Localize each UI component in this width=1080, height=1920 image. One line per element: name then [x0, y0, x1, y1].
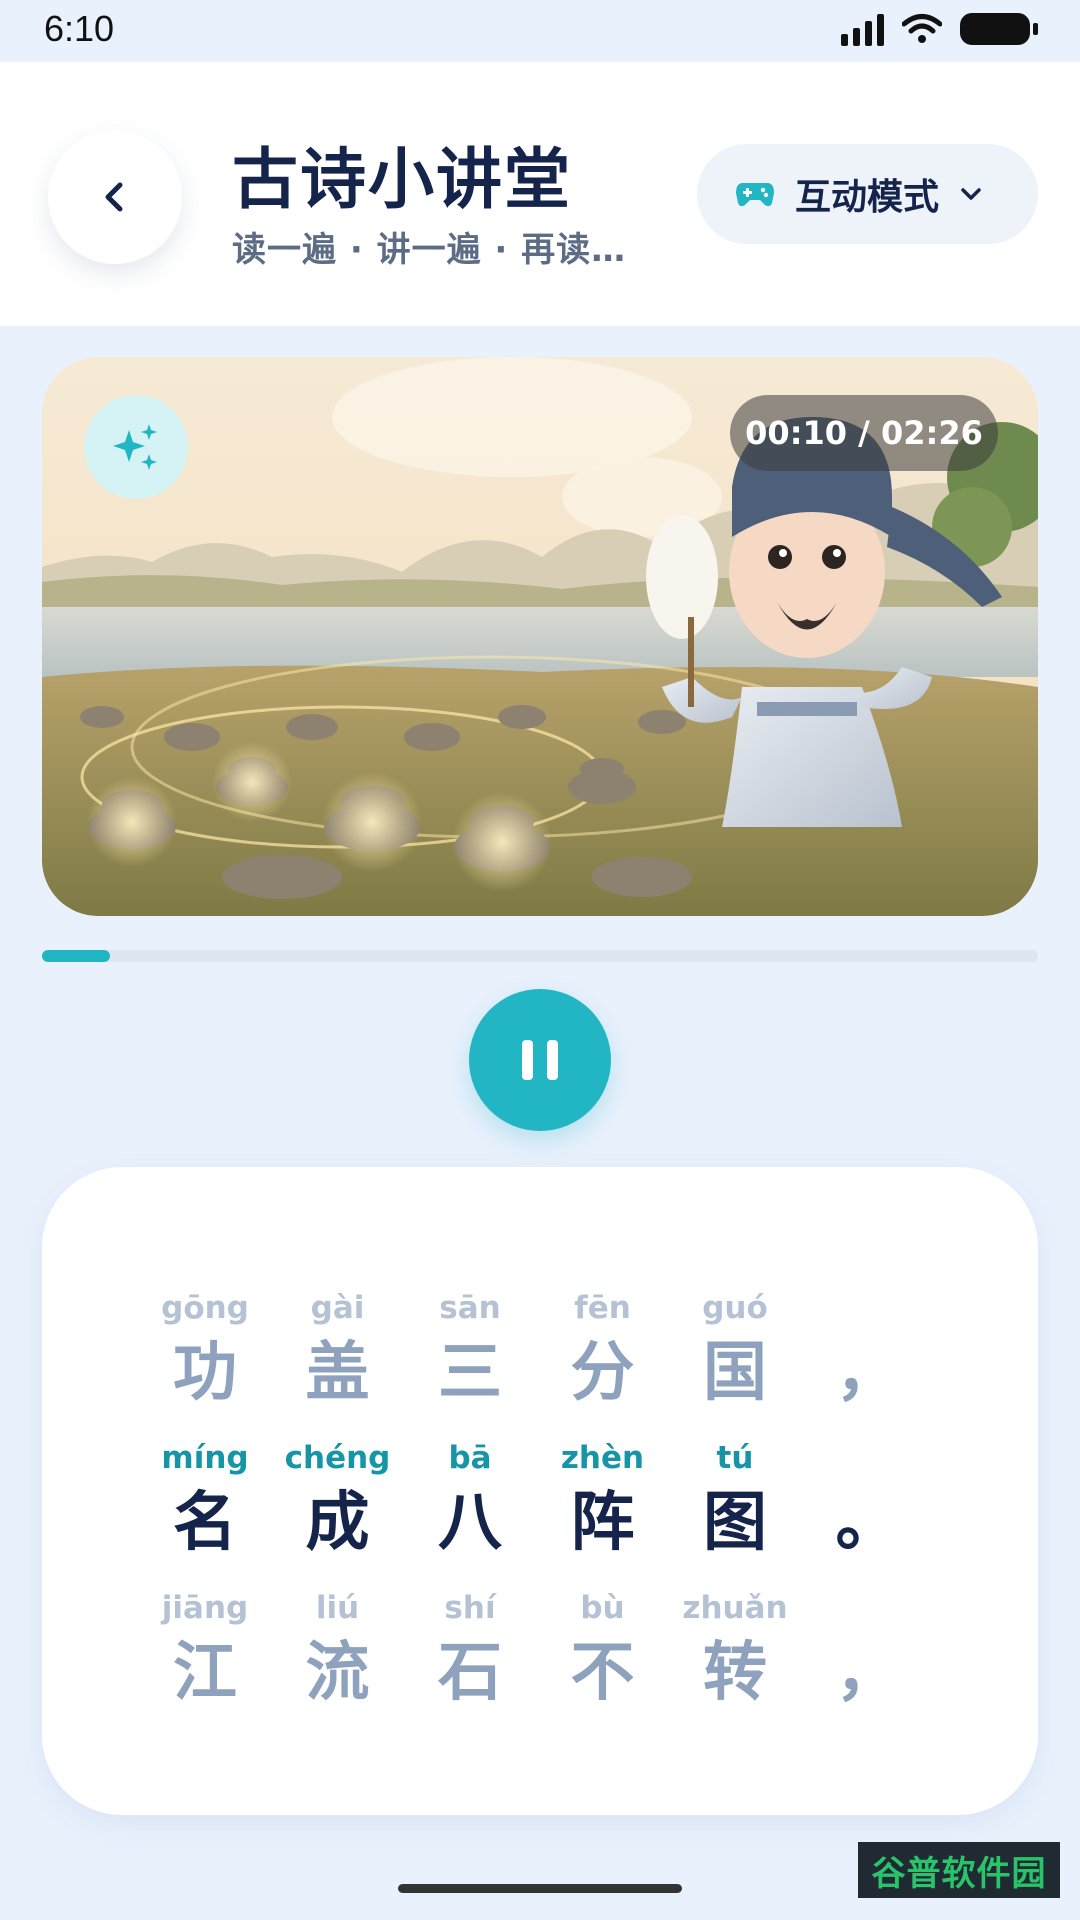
status-bar: 6:10	[0, 0, 1080, 62]
chevron-down-icon	[961, 188, 981, 200]
progress-fill	[42, 950, 110, 962]
poem-char: bù 不	[533, 1585, 673, 1715]
battery-icon	[960, 13, 1038, 45]
pinyin: gōng	[161, 1290, 249, 1326]
pinyin: zhuǎn	[682, 1590, 788, 1626]
poem-char: tú 图	[665, 1435, 805, 1565]
header: 古诗小讲堂 读一遍 · 讲一遍 · 再读… 互动模式	[0, 62, 1080, 326]
poem-char: míng 名	[135, 1435, 275, 1565]
hanzi: 阵	[570, 1486, 635, 1560]
hanzi: 。	[835, 1486, 900, 1560]
hanzi: 石	[438, 1636, 502, 1710]
poem-lines: gōng 功 gài 盖 sān 三 fēn 分 guó 国 ， míng 名 chéng 成 bā 八 zhèn…	[42, 1285, 1038, 1815]
wifi-icon	[902, 14, 942, 43]
mode-label: 互动模式	[795, 177, 940, 218]
status-time: 6:10	[44, 8, 115, 49]
pinyin: chéng	[284, 1440, 391, 1476]
poem-card: gōng 功 gài 盖 sān 三 fēn 分 guó 国 ， míng 名 chéng 成 bā 八 zhèn…	[42, 1167, 1038, 1815]
hanzi: ，	[835, 1336, 900, 1410]
gamepad-icon	[736, 183, 774, 207]
pinyin: bù	[580, 1590, 625, 1626]
home-indicator	[398, 1884, 682, 1893]
poem-line: gōng 功 gài 盖 sān 三 fēn 分 guó 国 ，	[42, 1285, 1038, 1425]
back-button[interactable]	[48, 130, 182, 264]
page-subtitle: 读一遍 · 讲一遍 · 再读…	[232, 230, 627, 270]
pinyin: zhèn	[560, 1440, 645, 1476]
hanzi: 名	[173, 1486, 237, 1560]
sparkle-button[interactable]	[84, 395, 188, 499]
pinyin: jiāng	[161, 1590, 249, 1626]
pinyin: tú	[716, 1440, 754, 1476]
time-display: 00:10 / 02:26	[730, 395, 998, 471]
pinyin: gài	[310, 1290, 365, 1326]
hanzi: 成	[305, 1486, 370, 1560]
video-player[interactable]: 00:10 / 02:26	[42, 357, 1038, 916]
watermark-text: 谷普软件园	[871, 1853, 1047, 1894]
pause-icon	[515, 1040, 565, 1080]
pinyin: míng	[161, 1440, 249, 1476]
pinyin: liú	[315, 1590, 360, 1626]
poem-char: gōng 功	[135, 1285, 275, 1415]
poem-char: bā 八	[400, 1435, 540, 1565]
poem-char: zhuǎn 转	[665, 1585, 805, 1715]
pinyin	[798, 1435, 938, 1481]
poem-char: sān 三	[400, 1285, 540, 1415]
hanzi: 不	[570, 1636, 635, 1710]
signal-icon	[841, 12, 884, 46]
hanzi: 分	[570, 1336, 635, 1410]
poem-char: 。	[798, 1435, 938, 1565]
poem-char: shí 石	[400, 1585, 540, 1715]
poem-char: fēn 分	[533, 1285, 673, 1415]
pinyin	[798, 1585, 938, 1631]
pinyin	[798, 1285, 938, 1331]
hanzi: 国	[703, 1336, 767, 1410]
hanzi: 三	[438, 1336, 502, 1410]
chevron-left-icon	[105, 182, 123, 212]
hanzi: 转	[703, 1636, 767, 1710]
poem-char: ，	[798, 1585, 938, 1715]
poem-line: jiāng 江 liú 流 shí 石 bù 不 zhuǎn 转 ，	[42, 1585, 1038, 1725]
hanzi: ，	[835, 1636, 900, 1710]
pinyin: guó	[702, 1290, 768, 1326]
poem-char: chéng 成	[268, 1435, 408, 1565]
hanzi: 八	[438, 1486, 502, 1560]
sparkle-icon	[113, 424, 157, 470]
pause-button[interactable]	[469, 989, 611, 1131]
hanzi: 功	[173, 1336, 237, 1410]
hanzi: 图	[703, 1486, 767, 1560]
pinyin: sān	[439, 1290, 501, 1326]
poem-line: míng 名 chéng 成 bā 八 zhèn 阵 tú 图。	[42, 1435, 1038, 1575]
page-title: 古诗小讲堂	[232, 141, 572, 218]
pinyin: fēn	[574, 1290, 631, 1326]
poem-char: ，	[798, 1285, 938, 1415]
hanzi: 流	[305, 1636, 370, 1710]
poem-char: jiāng 江	[135, 1585, 275, 1715]
pinyin: shí	[444, 1590, 496, 1626]
mode-dropdown-button[interactable]: 互动模式	[697, 144, 1038, 244]
watermark-logo: 谷普软件园	[858, 1842, 1060, 1898]
poem-char: liú 流	[268, 1585, 408, 1715]
poem-char: gài 盖	[268, 1285, 408, 1415]
progress-bar[interactable]	[42, 950, 1038, 962]
pinyin: bā	[448, 1440, 492, 1476]
hanzi: 盖	[305, 1336, 370, 1410]
status-icons	[841, 12, 1038, 46]
hanzi: 江	[173, 1636, 237, 1710]
poem-char: zhèn 阵	[533, 1435, 673, 1565]
poem-char: guó 国	[665, 1285, 805, 1415]
